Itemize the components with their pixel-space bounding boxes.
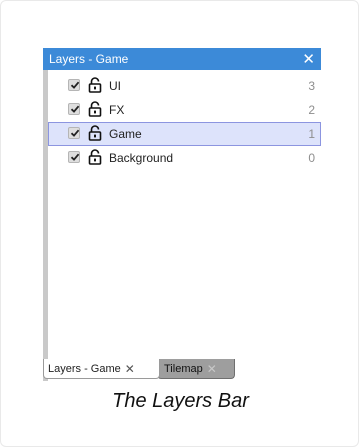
- tab-tilemap[interactable]: Tilemap ✕: [157, 359, 235, 379]
- layer-name: UI: [109, 79, 121, 93]
- layer-name: Background: [109, 151, 174, 165]
- lock-open-icon[interactable]: [88, 125, 102, 141]
- lock-open-icon[interactable]: [88, 149, 102, 165]
- visibility-checkbox[interactable]: [68, 103, 80, 115]
- close-icon[interactable]: ✕: [125, 362, 135, 376]
- layer-count: 1: [308, 127, 315, 141]
- layer-list: UI 3 FX 2 Game 1 Background 0: [48, 74, 321, 170]
- panel-title: Layers - Game: [49, 52, 129, 66]
- visibility-checkbox[interactable]: [68, 151, 80, 163]
- layer-name: Game: [109, 127, 142, 141]
- figure-card: Layers - Game ✕ UI 3 FX 2 Game 1 Backgro…: [0, 0, 359, 447]
- figure-caption: The Layers Bar: [112, 390, 249, 412]
- close-icon[interactable]: ✕: [207, 362, 217, 376]
- visibility-checkbox[interactable]: [68, 127, 80, 139]
- panel-titlebar: Layers - Game ✕: [43, 48, 321, 70]
- layer-count: 0: [308, 151, 315, 165]
- layer-row-ui[interactable]: UI 3: [48, 74, 321, 98]
- tab-label: Layers - Game: [48, 362, 121, 375]
- lock-open-icon[interactable]: [88, 101, 102, 117]
- panel-tab-strip: Tilemap ✕ Layers - Game ✕: [43, 359, 321, 381]
- checkmark-icon: [70, 81, 80, 89]
- layer-row-fx[interactable]: FX 2: [48, 98, 321, 122]
- layer-count: 2: [308, 103, 315, 117]
- checkmark-icon: [70, 105, 80, 113]
- visibility-checkbox[interactable]: [68, 79, 80, 91]
- layer-row-game[interactable]: Game 1: [48, 122, 321, 146]
- checkmark-icon: [70, 129, 80, 137]
- tab-label: Tilemap: [164, 362, 203, 375]
- lock-open-icon[interactable]: [88, 77, 102, 93]
- close-icon[interactable]: ✕: [302, 52, 315, 67]
- layer-name: FX: [109, 103, 125, 117]
- layer-row-background[interactable]: Background 0: [48, 146, 321, 170]
- layers-panel: Layers - Game ✕ UI 3 FX 2 Game 1 Backgro…: [43, 48, 321, 381]
- checkmark-icon: [70, 153, 80, 161]
- tab-layers-game[interactable]: Layers - Game ✕: [43, 359, 160, 379]
- layer-count: 3: [308, 79, 315, 93]
